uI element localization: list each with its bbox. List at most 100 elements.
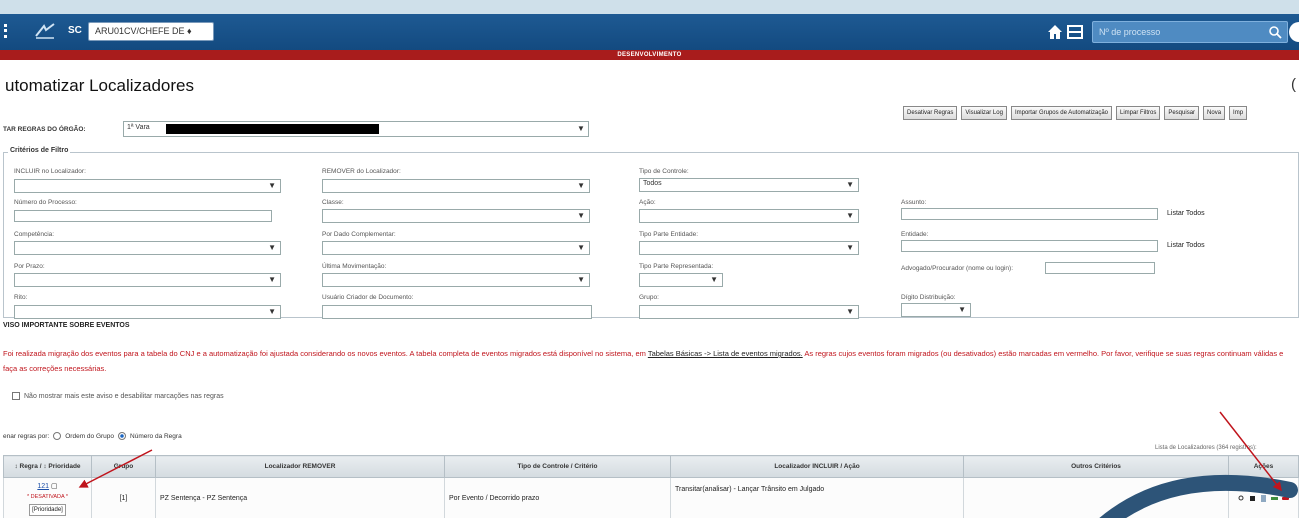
filter-label-lawyer: Advogado/Procurador (nome ou login): [901, 265, 1014, 272]
chevron-down-icon: ▼ [846, 211, 854, 220]
toolbar: Desativar Regras Visualizar Log Importar… [903, 106, 1248, 120]
col-control: Tipo de Controle / Critério [444, 455, 671, 478]
chevron-down-icon: ▼ [577, 275, 585, 284]
remove-locator-select[interactable]: ▼ [322, 179, 590, 193]
chevron-down-icon: ▼ [268, 307, 276, 316]
chevron-down-icon: ▼ [577, 243, 585, 252]
profile-select[interactable]: ARU01CV/CHEFE DE ♦ [88, 22, 214, 41]
header-bar: SC ARU01CV/CHEFE DE ♦ Nº de processo [0, 14, 1299, 50]
order-by-rule-label: Número da Regra [130, 432, 182, 440]
filter-legend: Critérios de Filtro [8, 147, 71, 154]
col-rule[interactable]: ↕ Regra / ↕ Prioridade [3, 455, 92, 478]
import-button[interactable]: Imp [1229, 106, 1248, 120]
rite-select[interactable]: ▼ [14, 305, 281, 319]
page-title: utomatizar Localizadores [5, 76, 194, 95]
import-groups-button[interactable]: Importar Grupos de Automatização [1010, 106, 1112, 120]
deactivate-rules-button[interactable]: Desativar Regras [903, 106, 958, 120]
doc-creator-input[interactable] [322, 305, 592, 319]
subject-input[interactable] [901, 208, 1158, 220]
chevron-down-icon: ▼ [958, 305, 966, 314]
edit-icon[interactable]: ▢ [51, 483, 58, 490]
chevron-down-icon: ▼ [846, 307, 854, 316]
represented-party-select[interactable]: ▼ [639, 273, 723, 287]
home-icon[interactable] [1046, 23, 1064, 41]
logo-icon [35, 23, 55, 39]
chevron-down-icon: ▼ [846, 180, 854, 189]
user-avatar-icon[interactable] [1289, 22, 1299, 42]
competence-select[interactable]: ▼ [14, 241, 281, 255]
chevron-down-icon: ▼ [577, 181, 585, 190]
col-remove: Localizador REMOVER [155, 455, 445, 478]
group-select[interactable]: ▼ [639, 305, 859, 319]
process-number-input[interactable] [14, 210, 272, 222]
view-log-button[interactable]: Visualizar Log [961, 106, 1007, 120]
rule-number-link[interactable]: 121 [37, 483, 49, 490]
filter-label-action: Ação: [639, 199, 656, 206]
menu-icon[interactable] [4, 24, 10, 38]
filter-label-competence: Competência: [14, 231, 55, 238]
filter-label-complementary: Por Dado Complementar: [322, 231, 396, 238]
hide-notice-row: Não mostrar mais este aviso e desabilita… [12, 392, 224, 400]
order-by-rule-radio[interactable] [118, 432, 127, 440]
filter-label-party-entity: Tipo Parte Entidade: [639, 231, 699, 238]
list-all-subjects-link[interactable]: Listar Todos [1167, 210, 1205, 217]
filter-label-subject: Assunto: [901, 199, 927, 206]
top-strip [0, 0, 1299, 14]
digit-select[interactable]: ▼ [901, 303, 971, 317]
chevron-down-icon: ▼ [268, 243, 276, 252]
search-button[interactable]: Pesquisar [1164, 106, 1200, 120]
org-label: TAR REGRAS DO ÓRGÃO: [3, 126, 86, 133]
chevron-down-icon: ▼ [268, 275, 276, 284]
notice-text: Foi realizada migração dos eventos para … [3, 346, 1297, 376]
filter-label-digit: Dígito Distribuição: [901, 294, 956, 301]
deactivated-badge: * DESATIVADA * [26, 493, 69, 500]
filter-label-control-type: Tipo de Controle: [639, 168, 689, 175]
filter-label-deadline: Por Prazo: [14, 263, 45, 270]
migrated-events-link[interactable]: Tabelas Básicas -> Lista de eventos migr… [648, 349, 803, 358]
class-select[interactable]: ▼ [322, 209, 590, 223]
lawyer-input[interactable] [1045, 262, 1155, 274]
clear-filters-button[interactable]: Limpar Filtros [1116, 106, 1161, 120]
filter-label-remove: REMOVER do Localizador: [322, 168, 401, 175]
notice-text-part1: Foi realizada migração dos eventos para … [3, 349, 648, 358]
filter-label-rite: Rito: [14, 294, 28, 301]
filter-label-class: Classe: [322, 199, 344, 206]
list-all-entities-link[interactable]: Listar Todos [1167, 242, 1205, 249]
order-row: enar regras por: Ordem do Grupo Número d… [3, 432, 182, 440]
hide-notice-checkbox[interactable] [12, 392, 20, 400]
process-search-input[interactable]: Nº de processo [1092, 21, 1288, 43]
include-cell: Transitar(analisar) - Lançar Trânsito em… [670, 477, 964, 518]
party-entity-select[interactable]: ▼ [639, 241, 859, 255]
control-cell: Por Evento / Decorrido prazo [444, 477, 671, 518]
new-button[interactable]: Nova [1203, 106, 1226, 120]
redaction-bar [166, 124, 379, 134]
chevron-down-icon: ▼ [268, 181, 276, 190]
last-movement-select[interactable]: ▼ [322, 273, 590, 287]
filter-label-include: INCLUIR no Localizador: [14, 168, 86, 175]
filter-label-process-number: Número do Processo: [14, 199, 77, 206]
notice-title: VISO IMPORTANTE SOBRE EVENTOS [3, 322, 130, 329]
filter-label-last-movement: Última Movimentação: [322, 263, 387, 270]
deadline-select[interactable]: ▼ [14, 273, 281, 287]
control-type-select[interactable]: Todos ▼ [639, 178, 859, 192]
inbox-icon[interactable] [1066, 23, 1084, 41]
search-icon[interactable] [1268, 25, 1282, 39]
filter-label-group: Grupo: [639, 294, 659, 301]
hide-notice-label: Não mostrar mais este aviso e desabilita… [24, 392, 224, 400]
action-select[interactable]: ▼ [639, 209, 859, 223]
entity-input[interactable] [901, 240, 1158, 252]
include-locator-select[interactable]: ▼ [14, 179, 281, 193]
complementary-data-select[interactable]: ▼ [322, 241, 590, 255]
app-window: SC ARU01CV/CHEFE DE ♦ Nº de processo DES… [0, 0, 1299, 518]
filter-label-represented-party: Tipo Parte Representada: [639, 263, 714, 270]
filter-label-doc-creator: Usuário Criador de Documento: [322, 294, 414, 301]
col-group: Grupo [91, 455, 156, 478]
environment-banner: DESENVOLVIMENTO [0, 50, 1299, 60]
org-value: 1ª Vara [127, 124, 150, 131]
help-icon[interactable]: ( [1291, 76, 1296, 93]
priority-select[interactable]: [Prioridade] [29, 503, 66, 516]
remove-cell: PZ Sentença - PZ Sentença [155, 477, 445, 518]
order-by-group-radio[interactable] [53, 432, 62, 440]
chevron-down-icon: ▼ [577, 124, 585, 133]
decorative-swoosh [1099, 474, 1298, 518]
